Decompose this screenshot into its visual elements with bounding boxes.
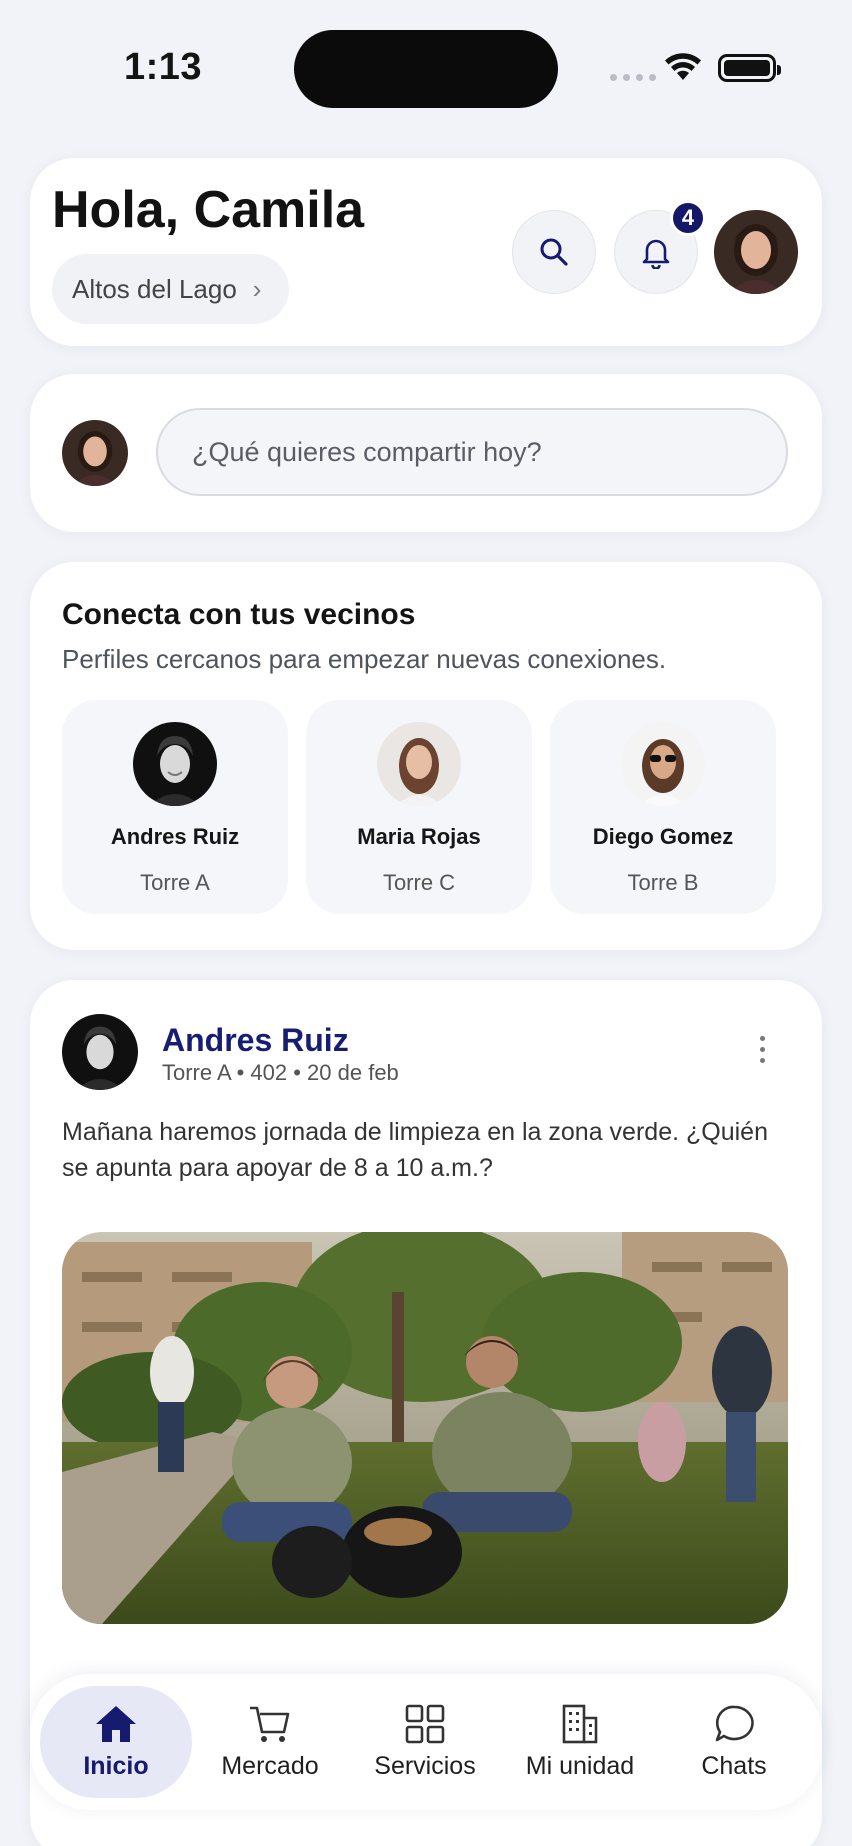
- post-text: Mañana haremos jornada de limpieza en la…: [62, 1118, 768, 1182]
- nav-label: Servicios: [374, 1752, 476, 1780]
- chat-bubble-icon: [715, 1705, 754, 1742]
- post-author-avatar[interactable]: [62, 1014, 138, 1090]
- bell-icon: [642, 239, 670, 269]
- neighbor-name: Maria Rojas: [357, 824, 481, 849]
- building-icon: [562, 1704, 598, 1744]
- chevron-right-icon: ›: [252, 273, 262, 304]
- post-author-name[interactable]: Andres Ruiz: [162, 1022, 349, 1059]
- neighbor-tower: Torre B: [627, 870, 699, 895]
- dynamic-island: [294, 30, 558, 108]
- bottom-navigation: Inicio Mercado Servicios Mi unidad Chats: [30, 1674, 822, 1810]
- nav-label: Chats: [701, 1752, 767, 1780]
- composer-card: [30, 374, 822, 532]
- neighbor-name: Diego Gomez: [592, 824, 734, 849]
- neighbor-tile[interactable]: Diego Gomez Torre B: [550, 700, 776, 914]
- search-button[interactable]: [512, 210, 596, 294]
- search-icon: [540, 238, 568, 266]
- wifi-icon: [665, 53, 701, 80]
- nav-label: Mercado: [221, 1752, 319, 1780]
- nav-item-mi-unidad[interactable]: Mi unidad: [504, 1686, 656, 1798]
- neighbors-subtitle: Perfiles cercanos para empezar nuevas co…: [62, 644, 667, 674]
- nav-label: Inicio: [83, 1752, 149, 1780]
- cellular-signal-icon: [610, 74, 656, 81]
- notification-badge: 4: [670, 200, 706, 236]
- nav-item-chats[interactable]: Chats: [658, 1686, 810, 1798]
- greeting-title: Hola, Camila: [52, 181, 365, 239]
- neighbor-avatar: [621, 722, 705, 806]
- nav-item-inicio[interactable]: Inicio: [40, 1686, 192, 1798]
- community-name: Altos del Lago: [72, 273, 237, 304]
- neighbor-tower: Torre C: [382, 870, 456, 895]
- home-icon: [96, 1706, 136, 1742]
- neighbor-tower: Torre A: [140, 870, 210, 895]
- background-content-fade: [70, 1812, 670, 1846]
- status-bar: 1:13: [0, 0, 852, 140]
- post-image[interactable]: [62, 1232, 788, 1624]
- nav-item-servicios[interactable]: Servicios: [349, 1686, 501, 1798]
- neighbor-tile[interactable]: Andres Ruiz Torre A: [62, 700, 288, 914]
- community-selector[interactable]: Altos del Lago ›: [52, 254, 290, 324]
- neighbors-title: Conecta con tus vecinos: [62, 598, 416, 631]
- cart-icon: [250, 1706, 290, 1742]
- compose-post-input[interactable]: [156, 408, 788, 496]
- status-time: 1:13: [124, 46, 203, 88]
- neighbor-tile[interactable]: Maria Rojas Torre C: [306, 700, 532, 914]
- nav-item-mercado[interactable]: Mercado: [194, 1686, 346, 1798]
- grid-icon: [405, 1704, 445, 1744]
- neighbor-avatar: [133, 722, 217, 806]
- neighbor-name: Andres Ruiz: [110, 824, 240, 849]
- greeting-card: Hola, Camila Altos del Lago › 4: [30, 158, 822, 346]
- post-meta: Torre A • 402 • 20 de feb: [162, 1060, 399, 1085]
- profile-avatar[interactable]: [714, 210, 798, 294]
- neighbor-avatar: [377, 722, 461, 806]
- composer-avatar: [62, 420, 128, 486]
- nav-label: Mi unidad: [525, 1752, 635, 1780]
- battery-icon: [718, 54, 781, 82]
- more-options-icon[interactable]: [760, 1036, 765, 1063]
- neighbors-card: Conecta con tus vecinos Perfiles cercano…: [30, 562, 822, 950]
